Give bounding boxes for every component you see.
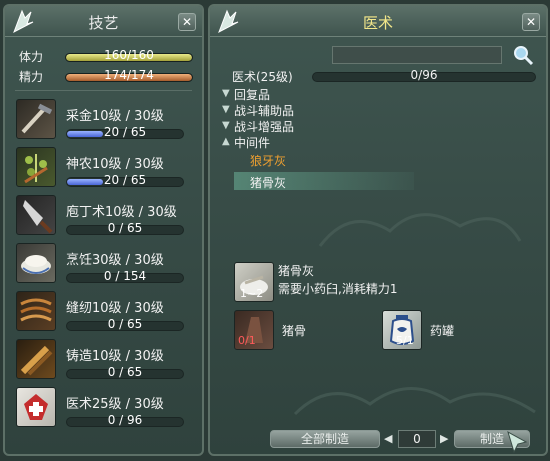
medicine-panel-titlebar[interactable]: 医术 ✕ — [210, 6, 546, 37]
category-combat-aids[interactable]: 战斗辅助品 — [234, 102, 294, 119]
make-all-button[interactable]: 全部制造 — [270, 430, 380, 448]
close-icon[interactable]: ✕ — [522, 13, 540, 31]
cooking-bowl-icon[interactable] — [16, 243, 56, 283]
expand-arrow-icon[interactable]: ▼ — [222, 104, 230, 115]
skill-progress-value: 20 / 65 — [103, 125, 147, 139]
energy-label: 精力 — [19, 70, 44, 84]
butcher-knife-icon[interactable] — [16, 195, 56, 235]
close-icon[interactable]: ✕ — [178, 13, 196, 31]
collapse-arrow-icon[interactable]: ▲ — [222, 136, 230, 147]
skill-name: 缝纫10级 / 30级 — [66, 301, 164, 316]
gold-mining-tool-icon[interactable] — [16, 99, 56, 139]
material-name: 药罐 — [430, 324, 455, 338]
herb-gathering-icon[interactable] — [16, 147, 56, 187]
recipe-pig-bone-ash[interactable]: 猪骨灰 — [250, 174, 286, 191]
skill-progress-value: 0 / 154 — [103, 269, 147, 283]
stamina-value: 160/160 — [104, 48, 154, 62]
skills-panel-title: 技艺 — [88, 14, 119, 32]
skill-progress-value: 0 / 96 — [107, 413, 143, 427]
divider — [15, 90, 192, 91]
cloud-decoration — [318, 213, 522, 247]
skill-name: 庖丁术10级 / 30级 — [66, 205, 177, 220]
mouse-cursor-icon — [507, 430, 528, 454]
skills-panel: 技艺 ✕ 体力 160/160 精力 174/174 采金10级 / 30级 2… — [3, 4, 204, 456]
skill-progress-value: 0 / 65 — [107, 221, 143, 235]
skill-name: 医术25级 / 30级 — [66, 397, 164, 412]
recipe-wolf-tooth-ash[interactable]: 狼牙灰 — [250, 152, 286, 169]
decrease-quantity-icon[interactable]: ◀ — [384, 432, 392, 445]
expand-arrow-icon[interactable]: ▼ — [222, 88, 230, 99]
skill-name: 神农10级 / 30级 — [66, 157, 164, 172]
product-output-count: 1~2 — [240, 287, 264, 300]
skill-name: 采金10级 / 30级 — [66, 109, 164, 124]
medicine-icon[interactable] — [16, 387, 56, 427]
forging-icon[interactable] — [16, 339, 56, 379]
search-icon[interactable] — [512, 44, 534, 66]
material-count: 5/1 — [396, 334, 414, 347]
skill-level-value: 0/96 — [410, 68, 438, 82]
energy-value: 174/174 — [104, 68, 154, 82]
sewing-icon[interactable] — [16, 291, 56, 331]
search-input[interactable] — [332, 46, 502, 64]
category-intermediates[interactable]: 中间件 — [234, 134, 270, 151]
category-combat-enhancers[interactable]: 战斗增强品 — [234, 118, 294, 135]
material-count-insufficient: 0/1 — [238, 334, 256, 347]
skill-progress-value: 20 / 65 — [103, 173, 147, 187]
cloud-decoration — [293, 387, 536, 416]
skill-name: 烹饪30级 / 30级 — [66, 253, 164, 268]
material-name: 猪骨 — [282, 324, 307, 338]
medicine-panel: 医术 ✕ 医术(25级) 0/96 ▼ 回复品 ▼ 战斗辅助品 ▼ 战斗增强品 … — [208, 4, 548, 456]
category-restoratives[interactable]: 回复品 — [234, 86, 270, 103]
skill-progress-value: 0 / 65 — [107, 317, 143, 331]
skill-progress-value: 0 / 65 — [107, 365, 143, 379]
quantity-input[interactable]: 0 — [398, 430, 436, 448]
product-requirement: 需要小药臼,消耗精力1 — [278, 282, 398, 296]
medicine-panel-title: 医术 — [362, 14, 393, 32]
expand-arrow-icon[interactable]: ▼ — [222, 120, 230, 131]
stamina-label: 体力 — [19, 50, 44, 64]
increase-quantity-icon[interactable]: ▶ — [440, 432, 448, 445]
skill-name: 铸造10级 / 30级 — [66, 349, 164, 364]
skills-panel-titlebar[interactable]: 技艺 ✕ — [5, 6, 202, 37]
skill-level-label: 医术(25级) — [232, 70, 293, 84]
product-name: 猪骨灰 — [278, 264, 315, 278]
